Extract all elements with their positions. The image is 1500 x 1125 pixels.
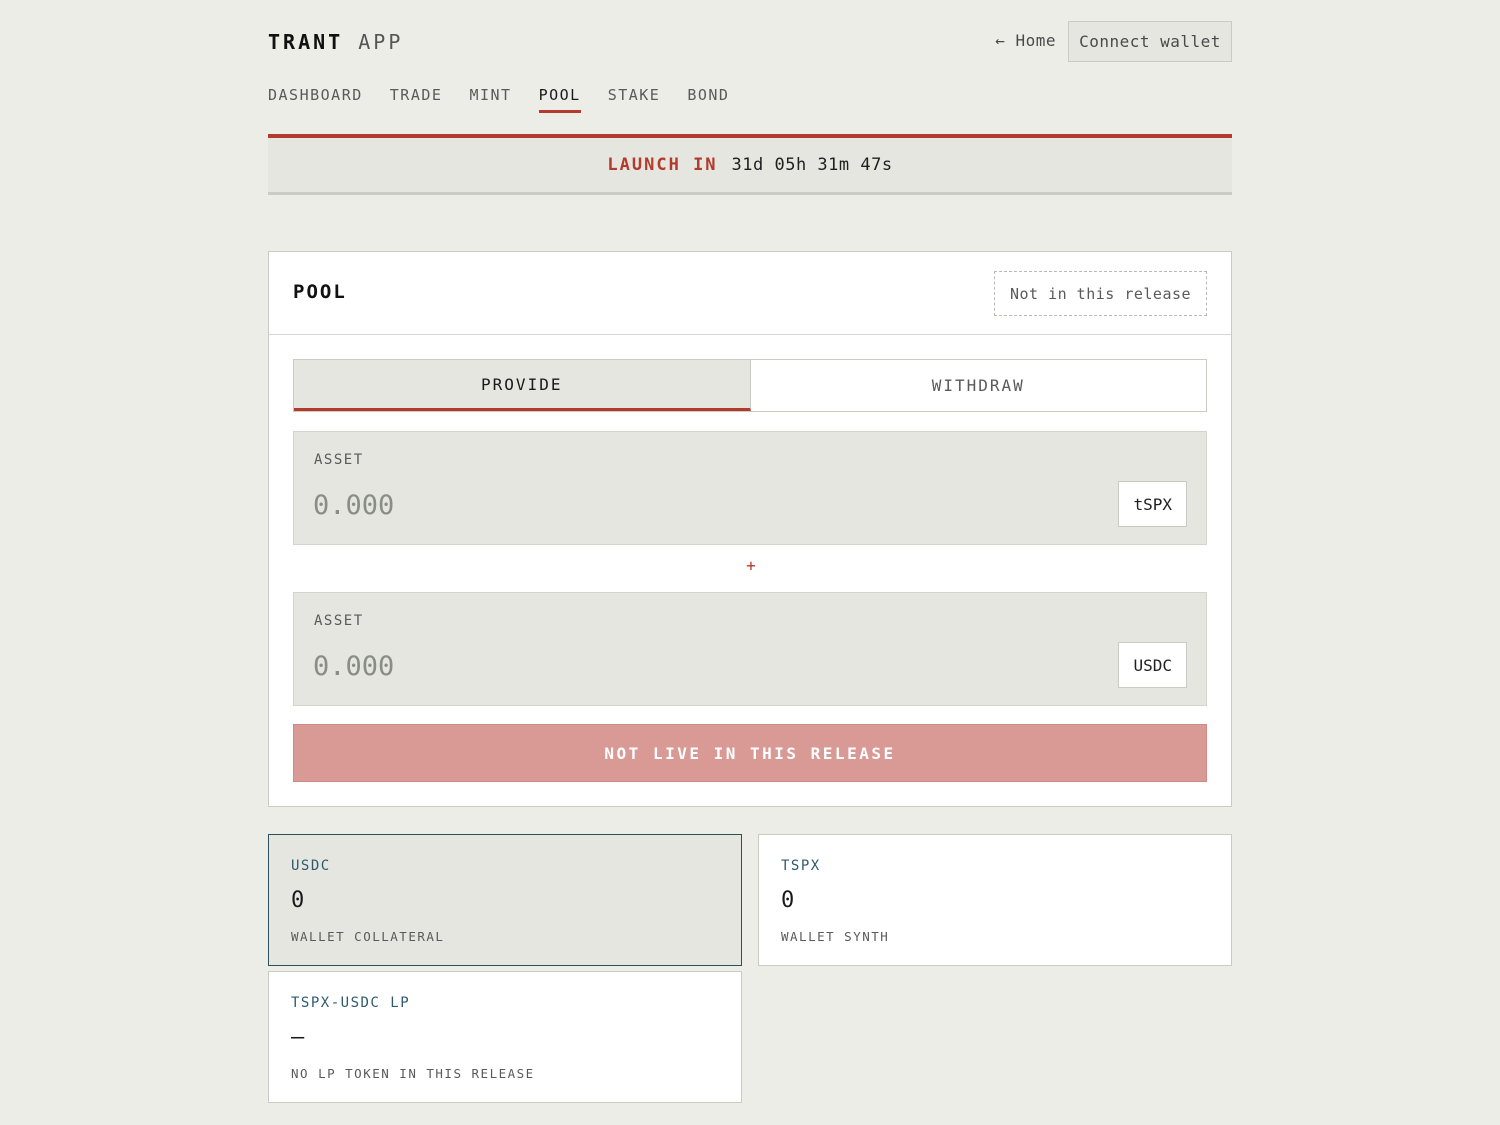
main-nav: DASHBOARD TRADE MINT POOL STAKE BOND — [268, 86, 756, 113]
stat-caption: WALLET COLLATERAL — [291, 929, 445, 944]
asset-amount-input-2[interactable] — [313, 645, 1093, 687]
stat-value: 0 — [781, 888, 795, 913]
stat-caption: WALLET SYNTH — [781, 929, 890, 944]
pool-title: POOL — [293, 281, 347, 303]
stat-card-lp: TSPX-USDC LP — NO LP TOKEN IN THIS RELEA… — [268, 971, 742, 1103]
nav-item-mint[interactable]: MINT — [469, 86, 511, 113]
pool-tabs: PROVIDE WITHDRAW — [293, 359, 1207, 412]
stat-caption: NO LP TOKEN IN THIS RELEASE — [291, 1066, 535, 1081]
asset-amount-input-1[interactable] — [313, 484, 1093, 526]
app-logo[interactable]: TRANT APP — [268, 30, 403, 54]
tab-provide[interactable]: PROVIDE — [294, 360, 751, 411]
stat-value: — — [291, 1025, 305, 1050]
token-selector-usdc[interactable]: USDC — [1118, 642, 1187, 688]
plus-separator: + — [746, 556, 756, 575]
nav-item-stake[interactable]: STAKE — [608, 86, 661, 113]
stat-name: TSPX — [781, 858, 821, 874]
asset-input-panel-2: ASSET USDC — [293, 592, 1207, 706]
home-link[interactable]: ← Home — [995, 31, 1056, 50]
nav-item-bond[interactable]: BOND — [687, 86, 729, 113]
stat-card-tspx: TSPX 0 WALLET SYNTH — [758, 834, 1232, 966]
release-status-tag: Not in this release — [994, 271, 1207, 316]
nav-item-dashboard[interactable]: DASHBOARD — [268, 86, 363, 113]
stat-card-usdc: USDC 0 WALLET COLLATERAL — [268, 834, 742, 966]
tab-withdraw[interactable]: WITHDRAW — [751, 360, 1207, 411]
asset-label: ASSET — [314, 613, 364, 629]
connect-wallet-button[interactable]: Connect wallet — [1068, 21, 1232, 62]
nav-item-trade[interactable]: TRADE — [390, 86, 443, 113]
pool-card: POOL Not in this release PROVIDE WITHDRA… — [268, 251, 1232, 807]
asset-label: ASSET — [314, 452, 364, 468]
token-selector-tspx[interactable]: tSPX — [1118, 481, 1187, 527]
launch-countdown: 31d 05h 31m 47s — [731, 155, 893, 175]
brand-suffix: APP — [358, 30, 404, 54]
stat-name: USDC — [291, 858, 331, 874]
asset-input-panel-1: ASSET tSPX — [293, 431, 1207, 545]
pool-card-header: POOL Not in this release — [269, 252, 1231, 335]
provide-liquidity-button[interactable]: NOT LIVE IN THIS RELEASE — [293, 724, 1207, 782]
launch-label: LAUNCH IN — [607, 155, 718, 175]
launch-banner: LAUNCH IN 31d 05h 31m 47s — [268, 134, 1232, 195]
stat-name: TSPX-USDC LP — [291, 995, 411, 1011]
nav-item-pool[interactable]: POOL — [538, 86, 581, 113]
brand-name: TRANT — [268, 30, 344, 54]
stat-value: 0 — [291, 888, 305, 913]
